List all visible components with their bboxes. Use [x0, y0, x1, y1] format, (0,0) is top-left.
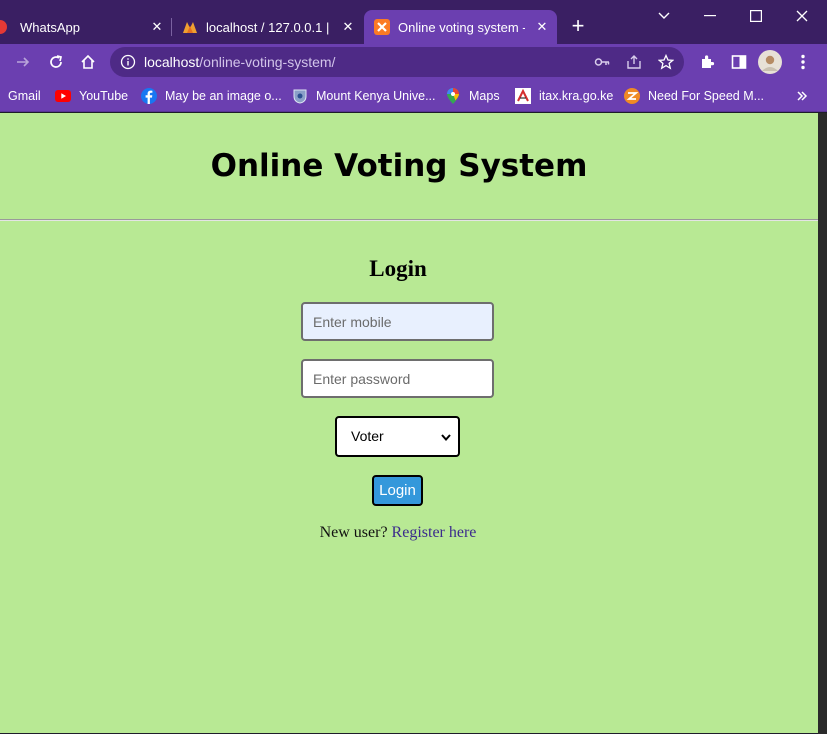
login-button[interactable]: Login	[372, 475, 423, 506]
bookmark-label: Need For Speed M...	[648, 89, 765, 103]
bookmark-mku[interactable]: Mount Kenya Unive...	[292, 86, 436, 106]
close-icon[interactable]: ✕	[339, 18, 357, 36]
password-input[interactable]	[301, 359, 494, 398]
star-icon[interactable]	[656, 52, 676, 72]
tab-title: WhatsApp	[20, 19, 80, 35]
bookmark-label: Mount Kenya Unive...	[316, 89, 436, 103]
tab-title: Online voting system - I	[398, 19, 525, 35]
register-link[interactable]: Register here	[392, 524, 477, 541]
address-bar[interactable]: localhost/online-voting-system/	[110, 47, 684, 77]
bookmarks-bar: Gmail YouTube May be an image o... Mount…	[0, 80, 827, 112]
avatar[interactable]	[758, 50, 782, 74]
role-select-value: Voter	[351, 428, 384, 444]
divider	[0, 219, 818, 221]
close-icon[interactable]: ✕	[533, 18, 551, 36]
tab-phpmyadmin[interactable]: localhost / 127.0.0.1 | ph ✕	[182, 10, 357, 44]
facebook-icon	[141, 88, 157, 104]
login-heading: Login	[369, 256, 427, 281]
bookmark-label: May be an image o...	[165, 89, 282, 103]
bookmark-itax[interactable]: itax.kra.go.ke	[515, 86, 613, 106]
register-prompt: New user?	[319, 524, 388, 541]
share-icon[interactable]	[624, 52, 644, 72]
minimize-icon[interactable]	[690, 5, 730, 27]
tab-whatsapp[interactable]: WhatsApp ✕	[0, 10, 166, 44]
tab-search-icon[interactable]	[644, 5, 684, 27]
kra-icon	[515, 88, 531, 104]
bookmark-label: itax.kra.go.ke	[539, 89, 614, 103]
new-tab-button[interactable]: +	[567, 15, 589, 37]
bookmark-maps[interactable]: Maps	[445, 86, 500, 106]
page-content: Online Voting System Login Voter Login N…	[0, 113, 818, 733]
url-text: localhost/online-voting-system/	[144, 54, 335, 70]
whatsapp-icon	[0, 19, 12, 35]
window-close-icon[interactable]	[782, 5, 822, 27]
tab-online-voting[interactable]: Online voting system - I ✕	[364, 10, 557, 44]
reload-icon[interactable]	[44, 50, 68, 74]
bookmark-label: Maps	[469, 89, 500, 103]
home-icon[interactable]	[76, 50, 100, 74]
side-panel-icon[interactable]	[729, 52, 749, 72]
register-line: New user? Register here	[0, 524, 796, 542]
bookmark-label: Gmail	[8, 89, 41, 103]
university-icon	[292, 88, 308, 104]
browser-toolbar: localhost/online-voting-system/	[0, 44, 827, 80]
tab-title: localhost / 127.0.0.1 | ph	[206, 19, 331, 35]
bookmark-facebook[interactable]: May be an image o...	[141, 86, 282, 106]
browser-window: WhatsApp ✕ localhost / 127.0.0.1 | ph ✕ …	[0, 0, 827, 734]
menu-icon[interactable]	[793, 52, 813, 72]
youtube-icon	[55, 88, 71, 104]
key-icon[interactable]	[592, 52, 612, 72]
game-icon	[624, 88, 640, 104]
extensions-icon[interactable]	[697, 52, 717, 72]
tab-strip: WhatsApp ✕ localhost / 127.0.0.1 | ph ✕ …	[0, 0, 827, 44]
site-info-icon[interactable]	[120, 54, 136, 70]
tab-separator	[171, 18, 172, 36]
url-path: /online-voting-system/	[199, 54, 336, 70]
close-icon[interactable]: ✕	[148, 18, 166, 36]
maps-icon	[445, 88, 461, 104]
maximize-icon[interactable]	[736, 5, 776, 27]
mobile-input[interactable]	[301, 302, 494, 341]
chevron-down-icon	[440, 430, 452, 442]
phpmyadmin-icon	[182, 19, 198, 35]
more-bookmarks-icon[interactable]	[796, 86, 808, 106]
bookmark-gmail[interactable]: Gmail	[8, 86, 41, 106]
role-select[interactable]: Voter	[335, 416, 460, 457]
bookmark-nfs[interactable]: Need For Speed M...	[624, 86, 764, 106]
page-title: Online Voting System	[210, 148, 588, 184]
bookmark-youtube[interactable]: YouTube	[55, 86, 128, 106]
bookmark-label: YouTube	[79, 89, 129, 103]
url-host: localhost	[144, 54, 200, 70]
xampp-icon	[374, 19, 390, 35]
window-edge	[818, 113, 827, 734]
forward-icon[interactable]	[11, 50, 35, 74]
